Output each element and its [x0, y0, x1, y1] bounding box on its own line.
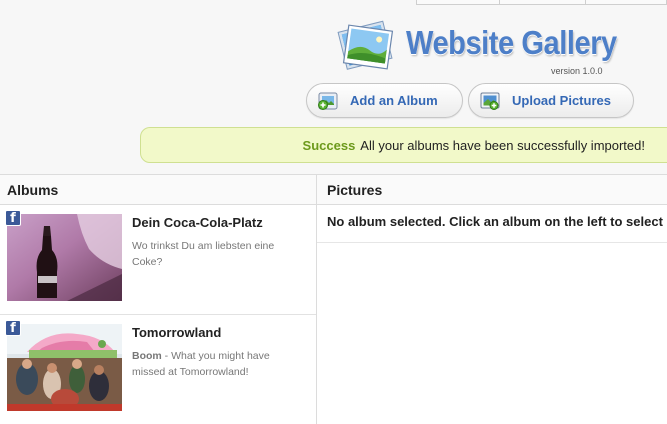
album-thumbnail: [7, 324, 122, 411]
add-album-icon: [318, 92, 338, 110]
upload-pictures-icon: [480, 92, 500, 110]
album-item[interactable]: f Tomorrowland Boom - What you might hav…: [0, 315, 316, 424]
success-alert: Success All your albums have been succes…: [140, 127, 667, 163]
gallery-logo-icon: [337, 20, 394, 70]
facebook-icon: f: [5, 210, 21, 226]
gallery-panels: Albums f Dein Coca-Cola-Platz Wo trinkst…: [0, 174, 667, 424]
app-title: Website Gallery: [406, 24, 617, 61]
app-version: version 1.0.0: [551, 66, 603, 76]
albums-heading: Albums: [0, 175, 316, 205]
album-description-text: Wo trinkst Du am liebsten eine Coke?: [132, 240, 275, 268]
pictures-heading: Pictures: [317, 175, 667, 205]
alert-message: All your albums have been successfully i…: [360, 137, 645, 153]
facebook-icon: f: [5, 320, 21, 336]
album-description: Wo trinkst Du am liebsten eine Coke?: [132, 238, 292, 270]
album-description: Boom - What you might have missed at Tom…: [132, 348, 292, 380]
album-item[interactable]: f Dein Coca-Cola-Platz Wo trinkst Du am …: [0, 205, 316, 315]
upload-pictures-button[interactable]: Upload Pictures: [468, 83, 634, 118]
tab-divider: [585, 0, 586, 5]
pictures-panel: Pictures No album selected. Click an alb…: [317, 175, 667, 424]
upload-pictures-label: Upload Pictures: [512, 93, 611, 108]
no-album-message: No album selected. Click an album on the…: [317, 205, 667, 243]
albums-panel: Albums f Dein Coca-Cola-Platz Wo trinkst…: [0, 175, 317, 424]
album-thumbnail: [7, 214, 122, 301]
top-nav-tabs[interactable]: [416, 0, 667, 5]
album-author: Boom: [132, 350, 162, 362]
album-title: Dein Coca-Cola-Platz: [132, 215, 263, 230]
album-title: Tomorrowland: [132, 325, 222, 340]
add-album-label: Add an Album: [350, 93, 438, 108]
add-album-button[interactable]: Add an Album: [306, 83, 463, 118]
tab-divider: [499, 0, 500, 5]
app-logo: Website Gallery version 1.0.0: [332, 12, 622, 80]
alert-status: Success: [302, 137, 356, 153]
